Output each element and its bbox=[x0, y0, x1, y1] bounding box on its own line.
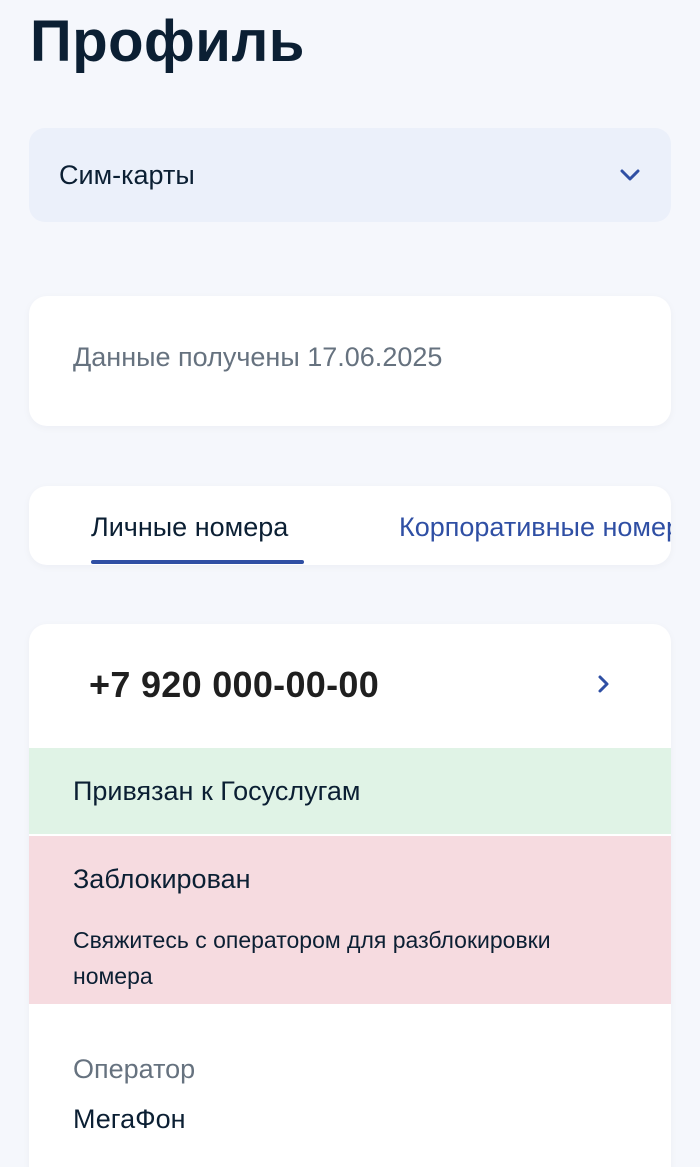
active-tab-indicator bbox=[91, 560, 304, 564]
blocked-status-description: Свяжитесь с оператором для разблокировки… bbox=[73, 927, 551, 989]
dropdown-label: Сим-карты bbox=[59, 159, 195, 190]
data-info-card: Данные получены 17.06.2025 bbox=[29, 296, 671, 426]
linked-status-text: Привязан к Госуслугам bbox=[73, 776, 361, 806]
data-received-text: Данные получены 17.06.2025 bbox=[73, 342, 443, 372]
number-tabs: Личные номера Корпоративные номера bbox=[29, 486, 671, 565]
tab-corporate-numbers[interactable]: Корпоративные номера bbox=[399, 512, 671, 543]
tab-personal-numbers[interactable]: Личные номера bbox=[91, 512, 288, 543]
phone-number-card: +7 920 000-00-00 Привязан к Госуслугам З… bbox=[29, 624, 671, 1167]
blocked-status-banner: Заблокирован Свяжитесь с оператором для … bbox=[29, 836, 671, 1004]
operator-label: Оператор bbox=[73, 1054, 196, 1084]
blocked-status-title: Заблокирован bbox=[73, 864, 251, 894]
phone-number: +7 920 000-00-00 bbox=[89, 664, 380, 705]
chevron-down-icon bbox=[620, 169, 640, 181]
phone-number-row[interactable]: +7 920 000-00-00 bbox=[29, 624, 671, 748]
page-title: Профиль bbox=[30, 9, 305, 74]
profile-page: Профиль Сим-карты Данные получены 17.06.… bbox=[0, 0, 700, 1167]
chevron-right-icon bbox=[598, 675, 609, 693]
operator-value: МегаФон bbox=[73, 1104, 186, 1134]
sim-cards-dropdown[interactable]: Сим-карты bbox=[29, 128, 671, 222]
linked-status-banner: Привязан к Госуслугам bbox=[29, 748, 671, 834]
